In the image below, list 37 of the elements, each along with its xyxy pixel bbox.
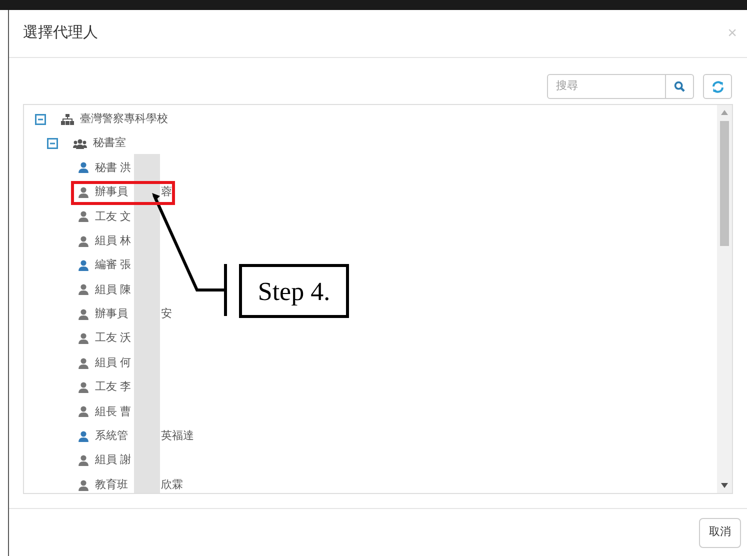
scroll-up-icon bbox=[721, 110, 728, 115]
person-name: 蓉 bbox=[161, 184, 172, 200]
step-label: Step 4. bbox=[239, 264, 349, 318]
person-name[interactable]: 編審 張 bbox=[95, 257, 132, 274]
person-name[interactable]: 工友 李 bbox=[95, 379, 132, 396]
search-button[interactable] bbox=[666, 74, 694, 99]
person-name[interactable]: 工友 沃 bbox=[95, 330, 132, 347]
person-name[interactable]: 系統管 bbox=[95, 428, 128, 445]
scroll-down-icon bbox=[721, 483, 728, 488]
refresh-icon bbox=[712, 80, 724, 92]
collapse-icon[interactable] bbox=[35, 114, 46, 125]
org-chart-icon bbox=[61, 114, 74, 125]
users-icon bbox=[73, 138, 87, 149]
search-icon bbox=[674, 81, 685, 92]
person-name: 安 bbox=[161, 306, 172, 322]
scroll-thumb[interactable] bbox=[720, 121, 729, 246]
person-name[interactable]: 組員 陳 bbox=[95, 282, 132, 298]
dialog-title: 選擇代理人 bbox=[23, 23, 98, 44]
person-name[interactable]: 組員 謝 bbox=[95, 452, 132, 469]
person-name[interactable]: 教育班 bbox=[95, 476, 128, 493]
search-field[interactable]: 搜尋 bbox=[547, 74, 666, 99]
person-name[interactable]: 辦事員 bbox=[95, 184, 128, 201]
person-name: 英福達 bbox=[161, 429, 194, 444]
bracket-line bbox=[224, 264, 227, 316]
collapse-icon[interactable] bbox=[47, 138, 58, 150]
person-name[interactable]: 組員 何 bbox=[95, 354, 132, 372]
person-name[interactable]: 工友 文 bbox=[95, 208, 132, 225]
person-name[interactable]: 辦事員 bbox=[95, 306, 128, 323]
person-name[interactable]: 秘書 洪 bbox=[95, 160, 132, 176]
person-name: 欣霖 bbox=[161, 478, 183, 493]
cancel-button[interactable]: 取消 bbox=[699, 518, 741, 548]
tree-node[interactable]: 秘書室 bbox=[93, 135, 126, 152]
person-name[interactable]: 組長 曹 bbox=[95, 404, 132, 420]
tree-node[interactable]: 臺灣警察專科學校 bbox=[80, 110, 168, 128]
refresh-button[interactable] bbox=[703, 74, 732, 99]
person-name[interactable]: 組員 林 bbox=[95, 232, 132, 250]
scrollbar[interactable] bbox=[717, 105, 732, 493]
